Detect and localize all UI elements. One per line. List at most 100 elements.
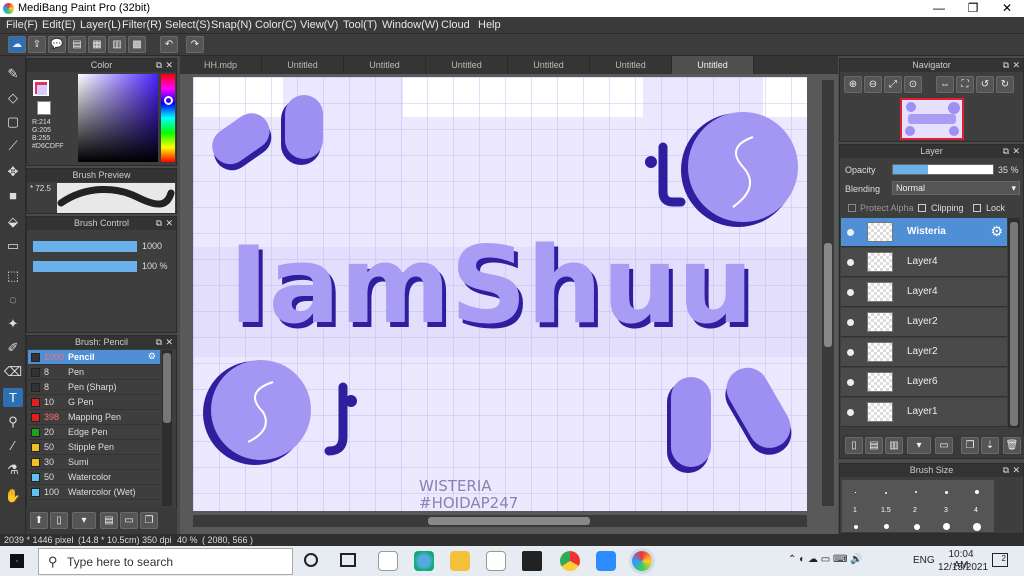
canvas-vertical-scroll-thumb[interactable] [824,243,832,347]
close-icon[interactable]: ✕ [165,59,173,72]
layer-row[interactable]: Wisteria ⚙ [841,218,1007,247]
maximize-icon[interactable]: ⧉ [156,59,162,72]
rotate-left-icon[interactable]: ↺ [976,76,994,93]
saturation-value-picker[interactable] [78,74,158,162]
secondary-color-swatch[interactable] [37,101,51,115]
tab-0[interactable]: HH.mdp [180,56,262,74]
store-app-icon[interactable] [486,551,506,571]
move-tool-icon[interactable]: ✥ [3,162,23,181]
zoom-reset-icon[interactable]: ⊙ [904,76,922,93]
menu-view[interactable]: View(V) [300,19,338,31]
brush-settings-icon[interactable]: ▤ [100,512,118,529]
maximize-icon[interactable]: ⧉ [1003,59,1009,72]
duplicate-layer-icon[interactable]: ❐ [961,437,979,454]
brush-item[interactable]: 50 Watercolor [28,470,160,485]
layer-row[interactable]: Layer6 [841,368,1007,397]
layer-opacity-slider[interactable] [892,164,994,175]
visibility-eye-icon[interactable] [847,409,854,416]
tab-1[interactable]: Untitled [262,56,344,74]
copy-icon[interactable]: ❐ [140,512,158,529]
eyedropper-icon[interactable]: ⁄ [3,436,23,455]
brush-size-grid[interactable]: 1 1.5 2 3 4 [842,480,994,532]
layer-settings-gear-icon[interactable]: ⚙ [990,223,1003,240]
brush-item[interactable]: 20 Edge Pen [28,425,160,440]
brush-list-scroll-thumb[interactable] [163,353,171,423]
menu-window[interactable]: Window(W) [382,19,439,31]
visibility-eye-icon[interactable] [847,349,854,356]
brush-menu-icon[interactable]: ▾ [72,512,96,529]
hue-handle[interactable] [164,96,173,105]
shape-tool-icon[interactable]: ▢ [3,112,23,131]
canvas-horizontal-scroll-thumb[interactable] [428,517,590,525]
task-view-icon[interactable] [340,553,356,567]
new-1bit-layer-icon[interactable]: ▥ [885,437,903,454]
undo-button[interactable]: ↶ [160,36,178,53]
layer-folder-icon[interactable]: ▭ [935,437,953,454]
maximize-icon[interactable]: ⧉ [156,217,162,230]
brush-opacity-slider[interactable] [33,261,137,272]
close-icon[interactable]: ✕ [1012,145,1020,158]
chrome-app-icon[interactable] [560,551,580,571]
layer-menu-icon[interactable]: ▾ [907,437,931,454]
rectangle-tool-icon[interactable]: ■ [3,186,23,205]
select-pen-icon[interactable]: ✐ [3,338,23,357]
brush-size-slider[interactable] [33,241,137,252]
layer-row[interactable]: Layer4 [841,248,1007,277]
cortana-icon[interactable] [304,553,318,567]
grid-icon[interactable]: ▥ [108,36,126,53]
zoom-in-icon[interactable]: ⊕ [844,76,862,93]
taskbar-search[interactable]: ⚲ Type here to search [38,548,293,575]
gradient-tool-icon[interactable]: ▭ [3,236,23,255]
brush-item[interactable]: 8 Pen (Sharp) [28,380,160,395]
zoom-out-icon[interactable]: ⊖ [864,76,882,93]
tab-5[interactable]: Untitled [590,56,672,74]
menu-color[interactable]: Color(C) [255,19,297,31]
clock-date[interactable]: 12/15/2021 [938,562,988,573]
text-tool-icon[interactable]: T [3,388,23,407]
close-icon[interactable]: ✕ [1012,59,1020,72]
pen-tool-icon[interactable]: ✎ [3,64,23,83]
maximize-button[interactable]: ❐ [956,0,990,17]
brush-item[interactable]: 398 Mapping Pen [28,410,160,425]
eraser-tool-icon[interactable]: ◇ [3,88,23,107]
canvas[interactable]: IamShuu IamShuu WISTERIA #HOIDAP247 [193,77,807,511]
maximize-icon[interactable]: ⧉ [156,336,162,349]
minimize-button[interactable]: — [922,0,956,17]
lasso-tool-icon[interactable]: ◌ [3,290,23,309]
menu-cloud[interactable]: Cloud [441,19,470,31]
new-layer-icon[interactable]: ▯ [845,437,863,454]
fit-icon[interactable]: ⤢ [884,76,902,93]
brush-item[interactable]: 8 Pen [28,365,160,380]
trash-icon[interactable]: 🗑 [1003,437,1021,454]
close-icon[interactable]: ✕ [1012,464,1020,477]
tab-6[interactable]: Untitled [672,56,754,74]
menu-snap[interactable]: Snap(N) [211,19,252,31]
zoom-app-icon[interactable] [596,551,616,571]
message-icon[interactable]: ▤ [68,36,86,53]
close-icon[interactable]: ✕ [165,217,173,230]
close-button[interactable]: ✕ [990,0,1024,17]
tab-4[interactable]: Untitled [508,56,590,74]
brush-item[interactable]: 50 Stipple Pen [28,440,160,455]
visibility-eye-icon[interactable] [847,259,854,266]
layer-row[interactable]: Layer1 [841,398,1007,427]
hand-tool-icon[interactable]: ✋ [3,486,23,505]
brush-item[interactable]: 10 G Pen [28,395,160,410]
notepad-app-icon[interactable] [378,551,398,571]
menu-help[interactable]: Help [478,19,501,31]
menu-tool[interactable]: Tool(T) [343,19,377,31]
visibility-eye-icon[interactable] [847,379,854,386]
bucket-tool-icon[interactable]: ⬙ [3,212,23,231]
tab-2[interactable]: Untitled [344,56,426,74]
menu-select[interactable]: Select(S) [165,19,210,31]
clipping-checkbox[interactable] [918,204,926,212]
brush-item[interactable]: 100 Watercolor (Wet) [28,485,160,500]
mail-app-icon[interactable] [522,551,542,571]
edge-app-icon[interactable] [414,551,434,571]
tab-3[interactable]: Untitled [426,56,508,74]
file-explorer-icon[interactable] [450,551,470,571]
close-icon[interactable]: ✕ [165,336,173,349]
visibility-eye-icon[interactable] [847,289,854,296]
layer-row[interactable]: Layer2 [841,308,1007,337]
select-eraser-icon[interactable]: ⌫ [3,362,23,381]
